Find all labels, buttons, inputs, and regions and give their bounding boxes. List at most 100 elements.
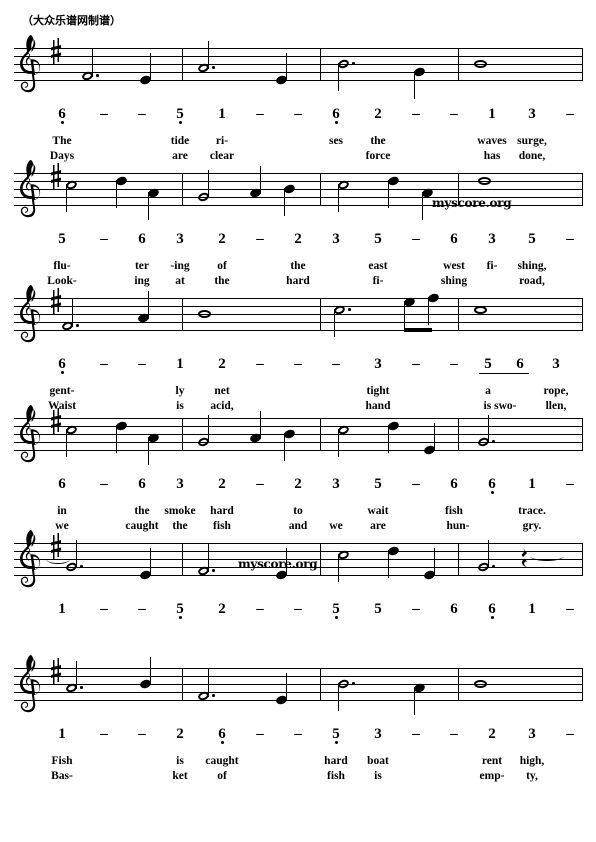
staff-line — [14, 56, 582, 57]
augmentation-dot — [80, 565, 83, 568]
notehead — [478, 177, 491, 185]
lyric-syllable: the — [134, 505, 150, 517]
note-stem — [76, 661, 78, 689]
numbered-notation-row: 6 – – 5 1 – – 6 2 – – 1 3 – — [0, 106, 596, 126]
augmentation-dot — [212, 694, 215, 697]
note-quarter — [114, 420, 129, 453]
numbered-notation-row: 6 – – 1 2 – – – 3 – – 5 6 3 — [0, 356, 596, 376]
staff-line — [14, 418, 582, 419]
note-quarter — [282, 183, 297, 216]
barline — [458, 298, 459, 331]
note-stem — [434, 548, 436, 576]
note-stem — [208, 170, 210, 198]
lyric-syllable: a — [485, 385, 491, 397]
lyric-syllable: Look- — [47, 275, 77, 287]
note-half — [476, 540, 495, 573]
jianpu-number: 2 — [218, 601, 226, 617]
jianpu-number: 2 — [294, 476, 302, 492]
octave-dot-low — [60, 371, 64, 374]
note-stem — [116, 425, 118, 453]
lyric-syllable: is — [176, 400, 184, 412]
note-stem — [66, 184, 68, 212]
octave-dot-low — [334, 741, 338, 744]
lyric-syllable: are — [172, 150, 188, 162]
staff-line — [14, 64, 582, 65]
key-signature-sharp-icon — [50, 658, 64, 692]
jianpu-dash: – — [566, 106, 574, 122]
lyrics-row: Look-ing at the hard fi-shing road, — [0, 274, 596, 290]
lyrics-row: Days are clear force has done, — [0, 149, 596, 165]
note-half — [64, 661, 83, 694]
augmentation-dot — [212, 569, 215, 572]
lyric-syllable: to — [293, 505, 303, 517]
staff-line — [14, 543, 582, 544]
lyric-syllable: the — [172, 520, 188, 532]
lyric-syllable: -ing — [170, 260, 190, 272]
note-half — [476, 415, 495, 448]
staff-line — [14, 442, 582, 443]
note-half — [196, 41, 215, 74]
note-stem — [414, 687, 416, 715]
note-half — [196, 544, 215, 577]
jianpu-dash: – — [100, 106, 108, 122]
lyric-syllable: gent- — [49, 385, 75, 397]
note-quarter — [282, 428, 297, 461]
augmentation-dot — [352, 682, 355, 685]
lyric-syllable: fish — [445, 505, 463, 517]
note-stem — [334, 309, 336, 337]
jianpu-dash: – — [450, 726, 458, 742]
jianpu-number: 2 — [218, 476, 226, 492]
jianpu-dash: – — [294, 601, 302, 617]
jianpu-number: 1 — [58, 726, 66, 742]
lyric-syllable: hand — [365, 400, 391, 412]
lyric-syllable: east — [368, 260, 388, 272]
note-stem — [286, 53, 288, 81]
note-quarter — [146, 187, 161, 220]
note-half — [336, 58, 355, 91]
jianpu-dash: – — [256, 476, 264, 492]
jianpu-dash: – — [100, 476, 108, 492]
lyric-syllable: high, — [519, 755, 545, 767]
lyric-syllable: waves — [477, 135, 507, 147]
numbered-notation-row: 1 – – 5 2 – – 5 5 – 6 6 1 – — [0, 601, 596, 621]
jianpu-number: 6 — [450, 476, 458, 492]
note-stem — [150, 548, 152, 576]
treble-clef-glyph — [20, 655, 41, 713]
sharp-glyph — [51, 408, 61, 434]
jianpu-number: 2 — [176, 726, 184, 742]
key-signature-sharp-icon — [50, 288, 64, 322]
lyric-syllable: of — [217, 770, 227, 782]
note-quarter — [274, 548, 289, 581]
note-quarter — [386, 545, 401, 578]
jianpu-dash: – — [256, 356, 264, 372]
note-half — [196, 170, 211, 203]
watermark-text: myscore.org — [432, 196, 512, 210]
octave-dot-low — [60, 121, 64, 124]
watermark-text: myscore.org — [238, 557, 318, 571]
octave-dot-low — [178, 616, 182, 619]
note-stem — [338, 184, 340, 212]
lyric-syllable: surge, — [517, 135, 547, 147]
staff-lines — [14, 418, 583, 451]
lyric-syllable: hard — [210, 505, 234, 517]
lyrics-row: Bas-ket of fish is emp-ty, — [0, 769, 596, 785]
slur — [46, 554, 70, 564]
lyric-syllable: trace. — [518, 505, 546, 517]
jianpu-dash: – — [256, 106, 264, 122]
note-quarter — [422, 423, 437, 456]
barline — [582, 418, 583, 451]
jianpu-dash: – — [412, 476, 420, 492]
jianpu-dash: – — [138, 356, 146, 372]
jianpu-number: 1 — [528, 476, 536, 492]
jianpu-number: 3 — [374, 726, 382, 742]
lyric-syllable: smoke — [164, 505, 196, 517]
note-quarter — [146, 432, 161, 465]
lyric-syllable: ly — [175, 385, 185, 397]
jianpu-dash: – — [566, 476, 574, 492]
jianpu-number: 5 — [374, 231, 382, 247]
note-quarter — [412, 66, 427, 99]
jianpu-number: 1 — [176, 356, 184, 372]
staff-line — [14, 181, 582, 182]
jianpu-number: 3 — [528, 106, 536, 122]
lyric-syllable: are — [370, 520, 386, 532]
